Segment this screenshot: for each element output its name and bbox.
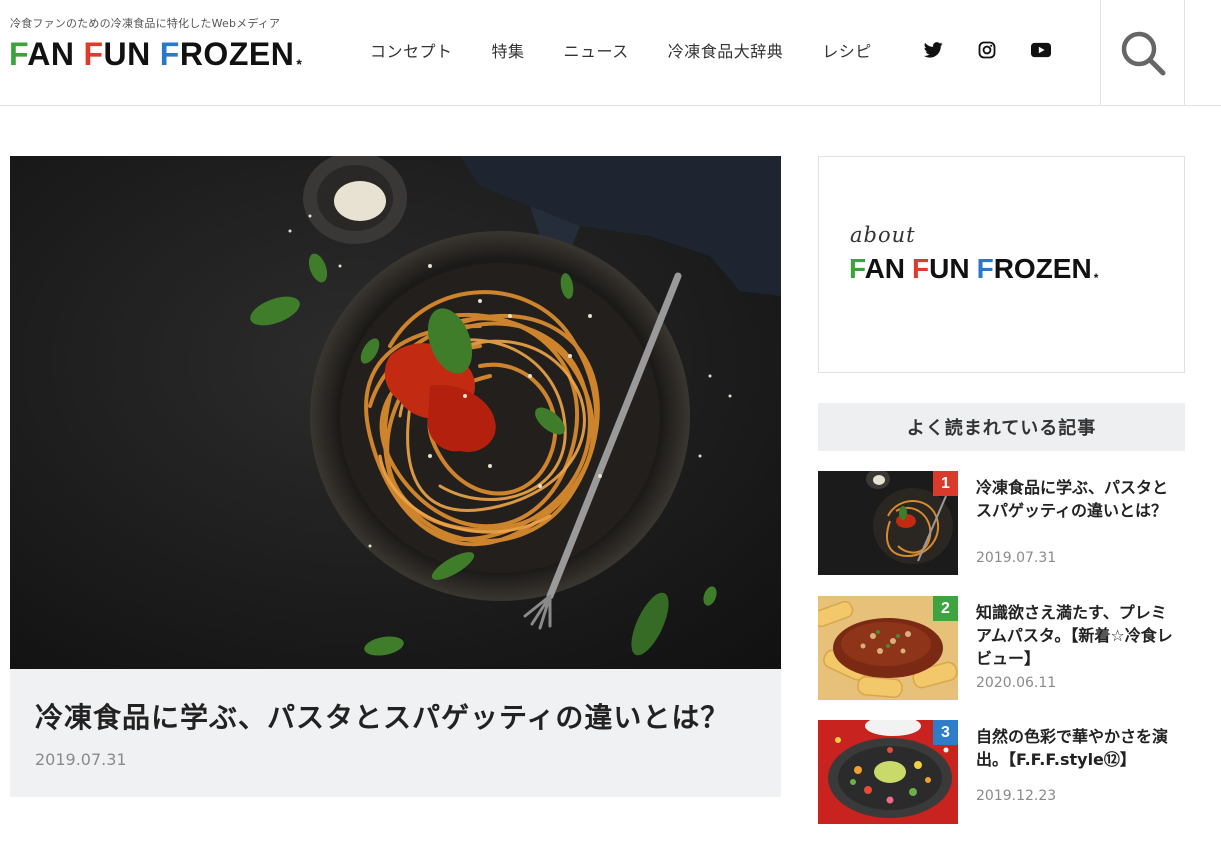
- featured-article-date: 2019.07.31: [35, 750, 127, 769]
- ranking-item-1[interactable]: 1 冷凍食品に学ぶ、パスタとスパゲッティの違いとは？ 2019.07.31: [818, 471, 1185, 575]
- ranking-thumbnail: 2: [818, 596, 958, 700]
- main-nav: コンセプト 特集 ニュース 冷凍食品大辞典 レシピ: [370, 38, 911, 62]
- ranking-title[interactable]: 自然の色彩で華やかさを演出。【F.F.F.style⑫】: [976, 725, 1181, 771]
- instagram-icon[interactable]: [977, 40, 997, 60]
- rank-badge: 1: [933, 471, 958, 496]
- ranking-title[interactable]: 冷凍食品に学ぶ、パスタとスパゲッティの違いとは？: [976, 476, 1181, 522]
- search-button[interactable]: [1100, 0, 1185, 106]
- featured-article-image: [10, 156, 781, 669]
- nav-recipes[interactable]: レシピ: [822, 38, 872, 62]
- nav-concept[interactable]: コンセプト: [370, 38, 453, 62]
- site-tagline: 冷食ファンのための冷凍食品に特化したWebメディア: [10, 17, 281, 30]
- nav-news[interactable]: ニュース: [564, 38, 629, 62]
- ranking-thumbnail: 3: [818, 720, 958, 824]
- rank-badge: 3: [933, 720, 958, 745]
- ranking-thumbnail: 1: [818, 471, 958, 575]
- ranking-date: 2020.06.11: [976, 675, 1057, 691]
- featured-article-title[interactable]: 冷凍食品に学ぶ、パスタとスパゲッティの違いとは？: [35, 696, 729, 736]
- site-header: 冷食ファンのための冷凍食品に特化したWebメディア FAN FUN FROZEN * …: [0, 0, 1221, 106]
- popular-articles-heading: よく読まれている記事: [818, 403, 1185, 451]
- about-logo: FAN FUN FROZEN *: [849, 253, 1099, 285]
- ranking-date: 2019.07.31: [976, 550, 1057, 566]
- about-banner[interactable]: about FAN FUN FROZEN *: [818, 156, 1185, 373]
- search-icon: [1121, 31, 1165, 76]
- twitter-icon[interactable]: [923, 40, 943, 60]
- ranking-date: 2019.12.23: [976, 788, 1057, 804]
- featured-article[interactable]: 冷凍食品に学ぶ、パスタとスパゲッティの違いとは？ 2019.07.31: [10, 156, 781, 797]
- youtube-icon[interactable]: [1031, 40, 1051, 60]
- featured-article-caption: 冷凍食品に学ぶ、パスタとスパゲッティの違いとは？ 2019.07.31: [10, 669, 781, 797]
- rank-badge: 2: [933, 596, 958, 621]
- nav-features[interactable]: 特集: [492, 38, 525, 62]
- ranking-item-2[interactable]: 2 知識欲さえ満たす、プレミアムパスタ。【新着☆冷食レビュー】 2020.06.…: [818, 596, 1185, 700]
- site-logo[interactable]: FAN FUN FROZEN *: [9, 36, 302, 73]
- nav-dictionary[interactable]: 冷凍食品大辞典: [668, 38, 784, 62]
- about-label: about: [850, 223, 916, 247]
- ranking-item-3[interactable]: 3 自然の色彩で華やかさを演出。【F.F.F.style⑫】 2019.12.2…: [818, 720, 1185, 824]
- ranking-title[interactable]: 知識欲さえ満たす、プレミアムパスタ。【新着☆冷食レビュー】: [976, 601, 1181, 670]
